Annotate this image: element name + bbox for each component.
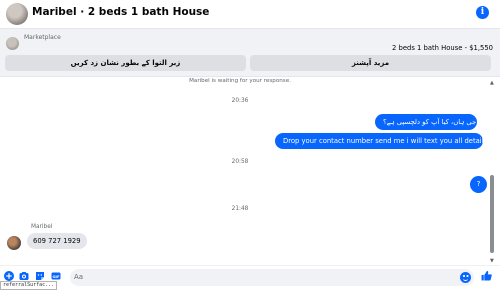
timestamp: 20:36 bbox=[231, 98, 249, 104]
thumbs-up-icon[interactable] bbox=[481, 270, 492, 281]
timestamp: 21:48 bbox=[231, 206, 249, 212]
incoming-message[interactable]: 609 727 1929 bbox=[27, 233, 87, 249]
marketplace-label: Marketplace bbox=[24, 34, 61, 41]
referral-tooltip: referralSurfac... bbox=[0, 281, 58, 290]
waiting-notice: Maribel is waiting for your response. bbox=[189, 78, 291, 84]
scrollbar-thumb[interactable] bbox=[490, 175, 494, 253]
message-input[interactable]: Aa bbox=[70, 269, 474, 286]
message-placeholder: Aa bbox=[74, 273, 84, 281]
info-icon[interactable]: i bbox=[476, 6, 489, 19]
more-options-button[interactable]: مزید آپشنز bbox=[250, 55, 491, 71]
marketplace-banner: Marketplace 2 beds 1 bath House - $1,550… bbox=[0, 29, 500, 77]
outgoing-message[interactable]: جی ہاں، کیا آپ کو دلچسپی ہے؟ bbox=[375, 114, 477, 130]
sender-name: Maribel bbox=[31, 224, 53, 230]
scroll-up-arrow[interactable]: ▲ bbox=[490, 80, 494, 86]
message-composer: GIF Aa bbox=[0, 265, 500, 289]
outgoing-message[interactable]: ? bbox=[470, 176, 487, 193]
gif-label: GIF bbox=[52, 274, 60, 279]
gif-icon[interactable]: GIF bbox=[51, 271, 61, 281]
emoji-icon[interactable] bbox=[460, 272, 471, 283]
sender-avatar[interactable] bbox=[7, 236, 21, 250]
scroll-down-arrow[interactable]: ▼ bbox=[490, 258, 494, 264]
outgoing-message[interactable]: Drop your contact number send me i will … bbox=[275, 133, 487, 149]
plus-circle-icon[interactable] bbox=[4, 271, 14, 281]
chat-header: Maribel · 2 beds 1 bath House i bbox=[0, 0, 500, 29]
conversation-title[interactable]: Maribel · 2 beds 1 bath House bbox=[32, 6, 209, 18]
listing-title[interactable]: 2 beds 1 bath House - $1,550 bbox=[392, 44, 493, 52]
listing-thumbnail[interactable] bbox=[6, 37, 19, 50]
mark-as-pending-button[interactable]: زبر التوا کے بطور نشان زد کریں bbox=[5, 55, 246, 71]
timestamp: 20:58 bbox=[231, 159, 249, 165]
camera-icon[interactable] bbox=[19, 271, 29, 281]
contact-avatar[interactable] bbox=[6, 3, 28, 25]
sticker-icon[interactable] bbox=[35, 271, 45, 281]
